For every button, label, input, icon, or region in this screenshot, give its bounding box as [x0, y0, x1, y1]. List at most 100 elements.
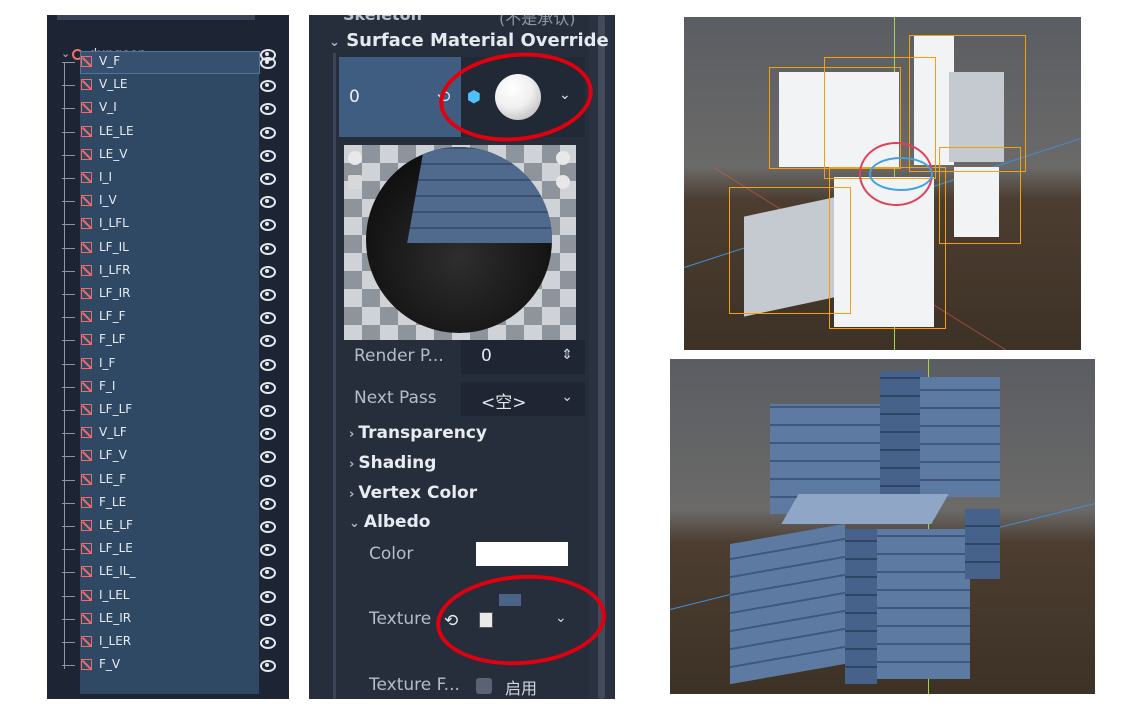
eye-icon[interactable]: [260, 590, 276, 603]
tree-node-label: LE_V: [99, 146, 128, 161]
viewport-untextured[interactable]: [684, 17, 1081, 350]
eye-icon[interactable]: [260, 80, 276, 93]
eye-icon[interactable]: [260, 126, 276, 139]
eye-icon[interactable]: [260, 544, 276, 557]
viewport-textured[interactable]: [670, 359, 1095, 694]
tree-node-row[interactable]: LE_V: [47, 144, 289, 167]
light2-toggle-icon[interactable]: [556, 175, 570, 189]
tree-node-row[interactable]: I_LFR: [47, 260, 289, 283]
eye-icon[interactable]: [260, 521, 276, 533]
eye-icon[interactable]: [260, 173, 276, 185]
tree-node-row[interactable]: I_V: [47, 190, 289, 213]
tree-node-row[interactable]: LE_LE: [47, 121, 289, 144]
chevron-down-icon[interactable]: ⌄: [561, 389, 573, 405]
mesh-instance-icon: [81, 473, 92, 485]
tree-node-row[interactable]: LE_F: [47, 469, 289, 492]
eye-icon[interactable]: [260, 567, 276, 580]
inspector-panel: Skeleton (不是承认) ⌄ Surface Material Overr…: [309, 15, 615, 699]
tree-node-row[interactable]: LF_IL: [47, 237, 289, 260]
tree-node-row[interactable]: V_LF: [47, 422, 289, 445]
render-priority-value: 0: [481, 346, 492, 366]
tree-connector: [62, 526, 75, 527]
enable-checkbox-label: 启用: [505, 679, 538, 698]
tree-connector: [62, 201, 75, 203]
category-vertex-color[interactable]: › Vertex Color: [349, 483, 477, 503]
tree-node-row[interactable]: V_F: [47, 51, 289, 74]
tree-node-row[interactable]: I_I: [47, 167, 289, 190]
tree-connector: [62, 154, 75, 156]
category-shading[interactable]: › Shading: [349, 453, 436, 473]
tree-node-row[interactable]: LF_V: [47, 445, 289, 468]
scene-tree-scrollbar[interactable]: [57, 15, 255, 20]
tree-node-row[interactable]: LF_LE: [47, 538, 289, 561]
inspector-scrollbar-thumb[interactable]: [598, 15, 605, 699]
tree-node-row[interactable]: LE_IR: [47, 608, 289, 631]
tree-node-row[interactable]: LF_IR: [47, 283, 289, 306]
tree-node-row[interactable]: I_LEL: [47, 585, 289, 608]
tree-node-row[interactable]: I_LFL: [47, 213, 289, 236]
mesh-instance-icon: [81, 334, 92, 346]
eye-icon[interactable]: [260, 57, 276, 69]
surface-material-override-header[interactable]: ⌄ Surface Material Override: [329, 30, 609, 51]
eye-icon[interactable]: [260, 312, 276, 325]
eye-icon[interactable]: [260, 405, 276, 417]
eye-icon[interactable]: [260, 637, 276, 649]
texture-filter-label: Texture F...: [369, 675, 460, 695]
chevron-right-icon: ›: [349, 457, 355, 472]
tree-node-row[interactable]: F_V: [47, 654, 289, 677]
render-priority-spinbox[interactable]: 0 ⇕: [461, 340, 585, 374]
box-toggle-icon[interactable]: [348, 175, 362, 189]
rotate-gizmo-ring[interactable]: [869, 157, 933, 191]
eye-icon[interactable]: [260, 265, 276, 278]
eye-icon[interactable]: [260, 149, 276, 162]
tree-node-row[interactable]: F_LF: [47, 329, 289, 352]
eye-icon[interactable]: [260, 497, 276, 510]
mesh-instance-icon: [81, 125, 92, 137]
eye-icon[interactable]: [260, 660, 276, 673]
tree-node-label: LE_IL_: [99, 564, 136, 579]
eye-icon[interactable]: [260, 219, 276, 232]
next-pass-picker[interactable]: <空> ⌄: [461, 382, 585, 416]
tree-node-row[interactable]: LE_LF: [47, 515, 289, 538]
tree-node-row[interactable]: V_I: [47, 97, 289, 120]
eye-icon[interactable]: [260, 451, 276, 464]
stone-wall: [920, 377, 1000, 497]
enable-checkbox[interactable]: [476, 678, 492, 694]
tree-node-label: LF_V: [99, 448, 127, 463]
tree-connector: [62, 340, 75, 342]
mesh-instance-icon: [81, 543, 92, 555]
eye-icon[interactable]: [260, 381, 276, 394]
eye-icon[interactable]: [260, 242, 276, 255]
tree-connector: [62, 224, 75, 226]
eye-icon[interactable]: [260, 613, 276, 626]
eye-icon[interactable]: [260, 103, 276, 116]
albedo-color-swatch[interactable]: [476, 542, 568, 566]
spinner-arrows-icon[interactable]: ⇕: [561, 347, 573, 363]
tree-connector: [62, 456, 75, 458]
tree-node-label: V_LE: [99, 77, 128, 92]
eye-icon[interactable]: [260, 196, 276, 209]
tree-node-row[interactable]: I_F: [47, 353, 289, 376]
eye-icon[interactable]: [260, 335, 276, 348]
stone-wall: [730, 523, 845, 685]
eye-icon[interactable]: [260, 474, 276, 487]
mesh-instance-icon: [81, 172, 92, 183]
tree-node-row[interactable]: LF_F: [47, 306, 289, 329]
tree-node-row[interactable]: V_LE: [47, 74, 289, 97]
light-toggle-icon[interactable]: [556, 151, 570, 165]
tree-node-row[interactable]: F_LE: [47, 492, 289, 515]
eye-icon[interactable]: [260, 289, 276, 301]
eye-icon[interactable]: [260, 428, 276, 441]
tree-node-row[interactable]: F_I: [47, 376, 289, 399]
eye-icon[interactable]: [260, 358, 276, 371]
category-albedo[interactable]: ⌄ Albedo: [349, 512, 430, 532]
tree-node-row[interactable]: LF_LF: [47, 399, 289, 422]
tree-node-row[interactable]: LE_IL_: [47, 561, 289, 584]
mesh-instance-icon: [81, 311, 92, 323]
tree-node-label: LF_LE: [99, 541, 133, 556]
category-transparency[interactable]: › Transparency: [349, 423, 487, 443]
material-preview: [344, 145, 576, 340]
tree-node-row[interactable]: I_LER: [47, 631, 289, 654]
sphere-toggle-icon[interactable]: [348, 151, 362, 165]
tree-node-label: I_LEL: [99, 587, 130, 602]
